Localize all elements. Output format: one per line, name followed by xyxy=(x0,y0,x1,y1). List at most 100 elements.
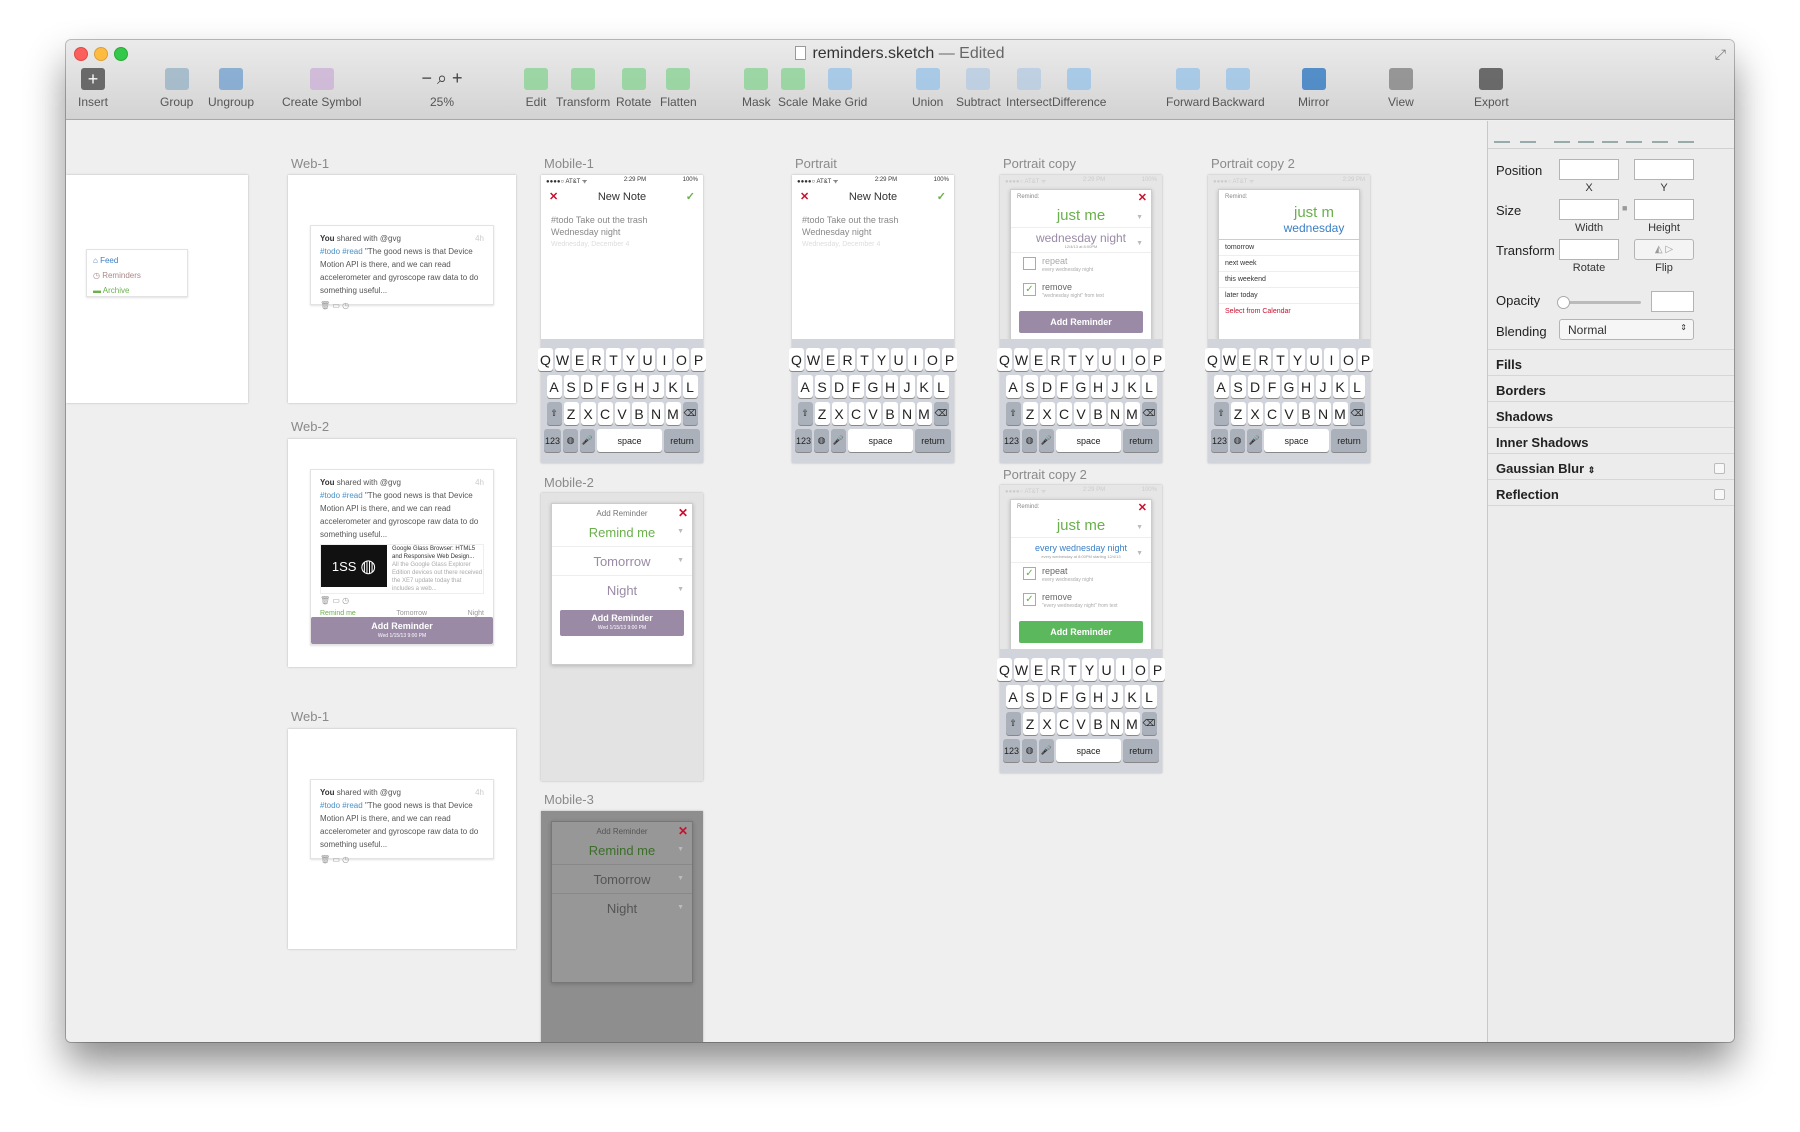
numbers-key[interactable]: 123 xyxy=(1003,739,1021,762)
key-d[interactable]: D xyxy=(1039,685,1055,708)
key-f[interactable]: F xyxy=(597,375,613,398)
align-bottom-icon[interactable] xyxy=(1678,129,1694,143)
close-icon[interactable]: ✕ xyxy=(1138,501,1147,514)
key-l[interactable]: L xyxy=(1349,375,1365,398)
key-g[interactable]: G xyxy=(865,375,881,398)
link-preview[interactable]: 1SS ◍ Google Glass Browser: HTML5 and Re… xyxy=(320,544,484,594)
align-middle-icon[interactable] xyxy=(1652,129,1668,143)
export-button[interactable]: Export xyxy=(1474,64,1509,109)
key-a[interactable]: A xyxy=(1213,375,1229,398)
key-k[interactable]: K xyxy=(1332,375,1348,398)
when-option[interactable]: this weekend xyxy=(1219,272,1359,288)
reflection-checkbox[interactable] xyxy=(1714,489,1725,500)
artboard-mobile1[interactable]: ●●●●○ AT&T ᯤ 2:29 PM 100% ✕ New Note ✓ #todo… xyxy=(538,175,706,463)
artboard-web1b[interactable]: 4h You shared with @gvg #todo #read "The … xyxy=(288,729,516,949)
key-f[interactable]: F xyxy=(1056,375,1072,398)
artboard-mobile2[interactable]: Add Reminder ✕ Remind me ▼ Tomorrow ▼ Night… xyxy=(541,493,703,781)
checkmark-icon[interactable]: ✓ xyxy=(937,190,946,203)
opacity-input[interactable] xyxy=(1651,291,1694,312)
artboard-menu[interactable]: ⌂ Feed ◷ Reminders ▬ Archive xyxy=(66,175,248,403)
key-s[interactable]: S xyxy=(563,375,579,398)
key-w[interactable]: W xyxy=(1014,348,1029,371)
close-icon[interactable]: ✕ xyxy=(1138,191,1147,204)
return-key[interactable]: return xyxy=(1331,429,1367,452)
borders-section[interactable]: Borders xyxy=(1488,375,1734,402)
artboard-label-portrait-copy2b[interactable]: Portrait copy 2 xyxy=(1211,156,1295,171)
group-button[interactable]: Group xyxy=(160,64,193,109)
key-u[interactable]: U xyxy=(1099,658,1114,681)
key-m[interactable]: M xyxy=(916,402,932,425)
key-d[interactable]: D xyxy=(580,375,596,398)
key-r[interactable]: R xyxy=(840,348,855,371)
align-center-icon[interactable] xyxy=(1578,129,1594,143)
key-b[interactable]: B xyxy=(882,402,898,425)
artboard-web1[interactable]: 4h You shared with @gvg #todo #read "The … xyxy=(288,175,516,403)
distribute-horizontal-icon[interactable] xyxy=(1494,129,1510,143)
key-j[interactable]: J xyxy=(1107,375,1123,398)
key-l[interactable]: L xyxy=(682,375,698,398)
inner-shadows-section[interactable]: Inner Shadows xyxy=(1488,427,1734,454)
key-o[interactable]: O xyxy=(925,348,940,371)
key-l[interactable]: L xyxy=(1141,685,1157,708)
globe-key[interactable]: ◍ xyxy=(1230,429,1246,452)
backward-button[interactable]: Backward xyxy=(1212,64,1265,109)
remind-dropdown[interactable]: Remind me ▼ xyxy=(552,518,692,547)
repeat-option[interactable]: repeat every wednesday night xyxy=(1011,253,1151,279)
key-j[interactable]: J xyxy=(1315,375,1331,398)
when-option[interactable]: tomorrow xyxy=(1219,240,1359,256)
flatten-button[interactable]: Flatten xyxy=(660,64,697,109)
remove-option[interactable]: ✓ remove "every wednesday night" from text xyxy=(1011,589,1151,615)
close-icon[interactable]: ✕ xyxy=(549,190,558,203)
select-from-calendar[interactable]: Select from Calendar xyxy=(1219,304,1359,319)
add-reminder-button[interactable]: Add Reminder xyxy=(1019,311,1143,333)
time-dropdown[interactable]: Night ▼ xyxy=(552,576,692,604)
key-z[interactable]: Z xyxy=(1022,402,1038,425)
globe-key[interactable]: ◍ xyxy=(814,429,830,452)
key-v[interactable]: V xyxy=(1073,402,1089,425)
remind-dropdown[interactable]: Remind me ▼ xyxy=(552,836,692,865)
globe-key[interactable]: ◍ xyxy=(563,429,579,452)
key-m[interactable]: M xyxy=(665,402,681,425)
key-e[interactable]: E xyxy=(572,348,587,371)
globe-key[interactable]: ◍ xyxy=(1022,429,1038,452)
key-g[interactable]: G xyxy=(1073,685,1089,708)
time-dropdown[interactable]: Night ▼ xyxy=(552,894,692,922)
key-m[interactable]: M xyxy=(1124,402,1140,425)
key-t[interactable]: T xyxy=(1065,348,1080,371)
key-a[interactable]: A xyxy=(797,375,813,398)
key-h[interactable]: H xyxy=(631,375,647,398)
view-button[interactable]: View xyxy=(1388,64,1414,109)
x-input[interactable] xyxy=(1559,159,1619,180)
key-v[interactable]: V xyxy=(1281,402,1297,425)
checkmark-icon[interactable]: ✓ xyxy=(686,190,695,203)
key-x[interactable]: X xyxy=(1039,402,1055,425)
insert-button[interactable]: + Insert xyxy=(78,64,108,109)
key-x[interactable]: X xyxy=(831,402,847,425)
key-q[interactable]: Q xyxy=(789,348,804,371)
artboard-mobile3[interactable]: Add Reminder ✕ Remind me ▼ Tomorrow ▼ Night… xyxy=(541,811,703,1042)
key-p[interactable]: P xyxy=(1150,348,1165,371)
key-j[interactable]: J xyxy=(648,375,664,398)
menu-archive[interactable]: ▬ Archive xyxy=(93,283,181,298)
key-c[interactable]: C xyxy=(597,402,613,425)
key-o[interactable]: O xyxy=(1133,658,1148,681)
rotate-button[interactable]: Rotate xyxy=(616,64,651,109)
key-k[interactable]: K xyxy=(1124,685,1140,708)
key-c[interactable]: C xyxy=(1264,402,1280,425)
when-dropdown[interactable]: wednesday night 12/4/13 at 8:00PM ▼ xyxy=(1011,228,1151,253)
artboard-label-mobile2[interactable]: Mobile-2 xyxy=(544,475,594,490)
who-dropdown[interactable]: just me ▼ xyxy=(1011,514,1151,538)
width-input[interactable] xyxy=(1559,199,1619,220)
rotate-input[interactable] xyxy=(1559,239,1619,260)
key-p[interactable]: P xyxy=(1358,348,1373,371)
artboard-portrait-copy[interactable]: ●●●●○ AT&T ᯤ 2:29 PM 100% Remind: ✕ just me… xyxy=(997,175,1165,463)
key-o[interactable]: O xyxy=(1341,348,1356,371)
key-g[interactable]: G xyxy=(1281,375,1297,398)
delete-key[interactable]: ⌫ xyxy=(933,402,949,425)
key-e[interactable]: E xyxy=(1031,658,1046,681)
key-l[interactable]: L xyxy=(933,375,949,398)
key-k[interactable]: K xyxy=(665,375,681,398)
key-p[interactable]: P xyxy=(942,348,957,371)
artboard-portrait[interactable]: ●●●●○ AT&T ᯤ 2:29 PM 100% ✕ New Note ✓ #todo… xyxy=(789,175,957,463)
key-c[interactable]: C xyxy=(1056,712,1072,735)
